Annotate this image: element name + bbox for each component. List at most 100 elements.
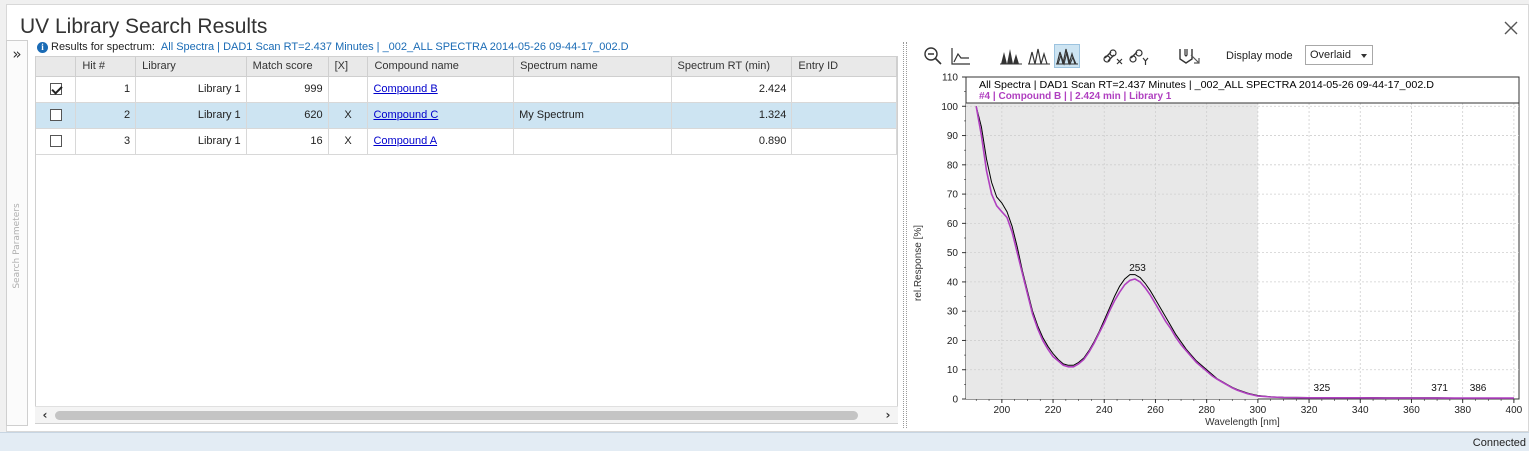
y-tick-label: 40 <box>947 277 959 288</box>
status-bar: Connected <box>0 432 1529 451</box>
legend-entry-sample: All Spectra | DAD1 Scan RT=2.437 Minutes… <box>979 80 1434 91</box>
y-tick-label: 30 <box>947 307 959 318</box>
x-tick-label: 320 <box>1301 405 1318 416</box>
spectrum-name-cell: My Spectrum <box>513 102 672 129</box>
column-header-match-score[interactable]: Match score <box>246 57 329 77</box>
y-tick-label: 110 <box>942 73 958 84</box>
info-icon: i <box>37 41 48 53</box>
y-tick-label: 80 <box>947 160 959 171</box>
link-y-icon[interactable] <box>1126 44 1152 68</box>
x-axis-label: Wavelength [nm] <box>1205 417 1280 428</box>
chevron-down-icon <box>1361 54 1367 58</box>
y-tick-label: 10 <box>947 365 959 376</box>
x-tick-label: 200 <box>993 405 1010 416</box>
results-header: i Results for spectrum: All Spectra | DA… <box>37 39 629 55</box>
table-row[interactable]: 1 Library 1 999 Compound B 2.424 <box>36 76 897 103</box>
spectrum-rt-cell: 2.424 <box>671 76 793 103</box>
spectrum-name-cell <box>513 128 672 155</box>
entry-id-cell <box>791 102 897 129</box>
x-tick-label: 300 <box>1250 405 1267 416</box>
entry-id-cell <box>791 76 897 103</box>
y-tick-label: 20 <box>947 336 959 347</box>
compound-link[interactable]: Compound B <box>373 83 437 95</box>
expand-panel-icon[interactable]: » <box>9 47 25 63</box>
library-cell: Library 1 <box>135 76 247 103</box>
y-tick-label: 90 <box>947 131 959 142</box>
row-checkbox[interactable] <box>49 109 62 122</box>
column-header-select[interactable] <box>36 57 77 77</box>
link-x-icon[interactable] <box>1100 44 1126 68</box>
match-score-cell: 16 <box>246 128 329 155</box>
column-header-spectrum-rt[interactable]: Spectrum RT (min) <box>671 57 793 77</box>
window-title: UV Library Search Results <box>20 15 268 38</box>
column-header-entry-id[interactable]: Entry ID <box>791 57 897 77</box>
results-prefix: Results for spectrum: <box>51 41 155 53</box>
display-mode-label: Display mode <box>1226 50 1293 62</box>
spectrum-name-cell <box>513 76 672 103</box>
panel-splitter[interactable] <box>903 42 907 428</box>
peak-label: 325 <box>1314 383 1331 394</box>
table-header-row: Hit # Library Match score [X] Compound n… <box>36 57 897 77</box>
entry-id-cell <box>791 128 897 155</box>
horizontal-scrollbar[interactable]: ‹ › <box>35 406 898 423</box>
column-header-x[interactable]: [X] <box>328 57 369 77</box>
y-tick-label: 100 <box>941 102 958 113</box>
peak-label: 371 <box>1431 383 1448 394</box>
table-row[interactable]: 3 Library 1 16 X Compound A 0.890 <box>36 128 897 155</box>
scrollbar-thumb[interactable] <box>55 411 858 420</box>
peaks-stacked-icon[interactable] <box>998 44 1024 68</box>
column-header-spectrum-name[interactable]: Spectrum name <box>513 57 672 77</box>
hit-number: 1 <box>75 76 137 103</box>
x-tick-label: 220 <box>1045 405 1062 416</box>
spectrum-chart: 200 220 240 260 280 300 320 340 360 380 400 0 10 20 30… <box>908 72 1529 430</box>
x-tick-label: 360 <box>1403 405 1420 416</box>
scroll-left-icon[interactable]: ‹ <box>38 408 52 422</box>
legend-entry-library: #4 | Compound B | | 2.424 min | Library … <box>979 91 1172 102</box>
match-score-cell: 999 <box>246 76 329 103</box>
y-tick-label: 0 <box>952 395 958 406</box>
row-checkbox[interactable] <box>49 83 62 96</box>
spectrum-chart-svg[interactable]: 200 220 240 260 280 300 320 340 360 380 400 0 10 20 30… <box>908 72 1529 430</box>
hit-number: 3 <box>75 128 137 155</box>
spectrum-select-icon[interactable] <box>1176 44 1202 68</box>
peak-label: 386 <box>1470 383 1487 394</box>
scroll-right-icon[interactable]: › <box>881 408 895 422</box>
spectrum-rt-cell: 0.890 <box>671 128 793 155</box>
display-mode-value: Overlaid <box>1310 49 1351 61</box>
column-header-compound-name[interactable]: Compound name <box>367 57 515 77</box>
library-cell: Library 1 <box>135 102 247 129</box>
match-score-cell: 620 <box>246 102 329 129</box>
x-tick-label: 400 <box>1506 405 1523 416</box>
x-tick-label: 380 <box>1454 405 1471 416</box>
chart-toolbar: Display mode Overlaid <box>918 42 1518 70</box>
row-checkbox[interactable] <box>49 135 62 148</box>
y-tick-label: 50 <box>947 248 959 259</box>
connection-status: Connected <box>1472 437 1526 449</box>
x-tick-label: 240 <box>1096 405 1113 416</box>
search-parameters-label: Search Parameters <box>12 203 22 289</box>
results-table: Hit # Library Match score [X] Compound n… <box>36 57 897 155</box>
spectrum-rt-cell: 1.324 <box>671 102 793 129</box>
shaded-region <box>966 103 1258 399</box>
table-row[interactable]: 2 Library 1 620 X Compound C My Spectrum… <box>36 102 897 129</box>
hit-number: 2 <box>75 102 137 129</box>
x-cell: X <box>328 102 369 129</box>
display-mode-select[interactable]: Overlaid <box>1305 45 1373 65</box>
peak-label: 253 <box>1129 263 1146 274</box>
close-icon[interactable] <box>1502 19 1520 37</box>
compound-link[interactable]: Compound C <box>373 109 438 121</box>
peaks-outline-icon[interactable] <box>1026 44 1052 68</box>
x-tick-label: 280 <box>1198 405 1215 416</box>
zoom-out-icon[interactable] <box>920 44 946 68</box>
compound-link[interactable]: Compound A <box>373 135 437 147</box>
search-parameters-panel[interactable]: » Search Parameters <box>6 40 28 426</box>
y-tick-label: 70 <box>947 190 959 201</box>
peaks-overlaid-icon[interactable] <box>1054 44 1080 68</box>
x-tick-label: 340 <box>1352 405 1369 416</box>
x-tick-label: 260 <box>1147 405 1164 416</box>
results-spectrum-name: All Spectra | DAD1 Scan RT=2.437 Minutes… <box>160 41 629 53</box>
column-header-hit[interactable]: Hit # <box>75 57 137 77</box>
x-cell: X <box>328 128 369 155</box>
spectrum-baseline-icon[interactable] <box>948 44 974 68</box>
column-header-library[interactable]: Library <box>135 57 247 77</box>
